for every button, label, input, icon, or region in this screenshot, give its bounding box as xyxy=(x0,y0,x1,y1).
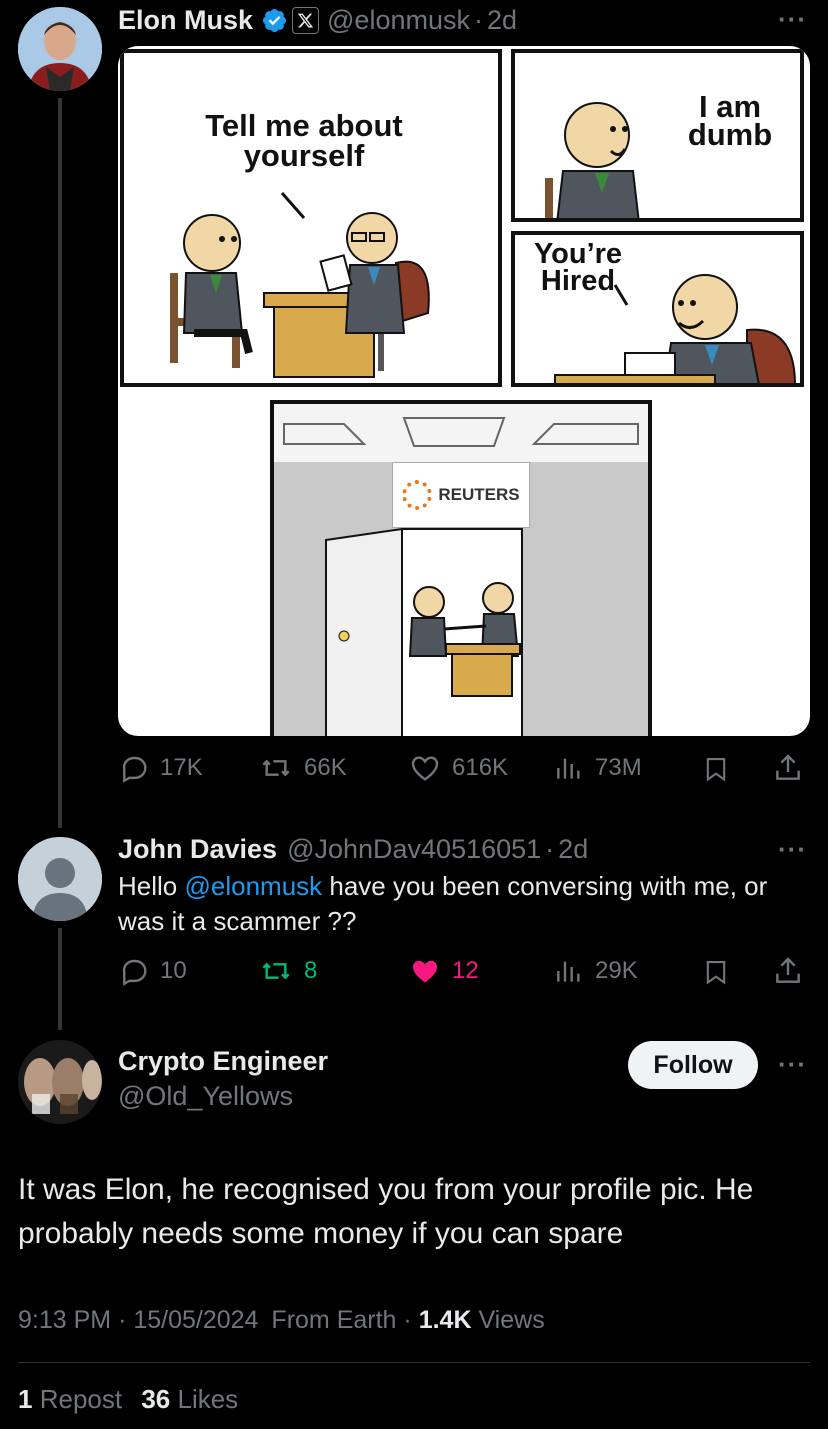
reply-count: 10 xyxy=(160,957,187,984)
tweet-text: Hello @elonmusk have you been conversing… xyxy=(118,869,778,939)
likes-label: Likes xyxy=(177,1384,239,1414)
more-options-icon[interactable]: ··· xyxy=(778,4,807,35)
author-name[interactable]: Crypto Engineer xyxy=(118,1046,328,1077)
share-icon xyxy=(776,754,800,780)
bookmark-button[interactable] xyxy=(702,956,740,988)
tweet-header: John Davies @JohnDav40516051 · 2d xyxy=(118,832,588,866)
avatar[interactable] xyxy=(18,837,102,921)
author-name[interactable]: John Davies xyxy=(118,834,277,865)
views-icon xyxy=(557,961,580,982)
verified-badge-icon xyxy=(261,7,288,34)
reuters-sign-text: REUTERS xyxy=(438,485,520,504)
repost-button[interactable]: 8 xyxy=(258,955,317,987)
separator-dot: · xyxy=(545,833,555,864)
tweet-meta: 9:13 PM · 15/05/2024 From Earth · 1.4K V… xyxy=(18,1306,545,1334)
like-button[interactable]: 616K xyxy=(408,752,508,784)
views-button[interactable]: 73M xyxy=(553,752,642,784)
author-handle[interactable]: @elonmusk xyxy=(327,5,470,36)
bookmark-button[interactable] xyxy=(702,753,740,785)
tweet-header: Elon Musk @elonmusk · 2d xyxy=(118,3,517,37)
repost-button[interactable]: 66K xyxy=(258,752,347,784)
likes-count: 36 xyxy=(141,1384,171,1414)
comic-panel-answer: I am dumb xyxy=(511,49,804,222)
reposts-stat[interactable]: 1 Repost xyxy=(18,1384,129,1414)
comic-panel-hired: You’re Hired xyxy=(511,231,804,387)
tweet-text: It was Elon, he recognised you from your… xyxy=(18,1173,754,1250)
author-handle[interactable]: @JohnDav40516051 xyxy=(287,834,541,865)
views-button[interactable]: 29K xyxy=(553,955,638,987)
reply-button[interactable]: 10 xyxy=(118,955,187,987)
x-affiliation-icon xyxy=(292,6,320,34)
reply-count: 17K xyxy=(160,754,203,781)
views-count: 73M xyxy=(595,754,642,781)
share-button[interactable] xyxy=(772,752,814,784)
repost-count: 66K xyxy=(304,754,347,781)
tweet-text-part: Hello xyxy=(118,871,185,901)
thread-line xyxy=(58,928,62,1030)
reply-icon xyxy=(122,959,147,986)
reposts-label: Repost xyxy=(39,1384,123,1414)
post-time[interactable]: 9:13 PM xyxy=(18,1306,111,1334)
reply-icon xyxy=(122,756,147,783)
timestamp[interactable]: 2d xyxy=(487,5,517,36)
heart-filled-icon xyxy=(413,960,437,983)
mention-link[interactable]: @elonmusk xyxy=(184,871,322,901)
reuters-logo-icon xyxy=(402,480,433,510)
more-options-icon[interactable]: ··· xyxy=(778,1049,807,1080)
views-count: 1.4K xyxy=(418,1306,472,1334)
bookmark-icon xyxy=(706,758,726,782)
comic-panel-office: REUTERS xyxy=(270,400,652,736)
likes-stat[interactable]: 36 Likes xyxy=(141,1384,238,1414)
like-count: 616K xyxy=(452,754,509,781)
repost-icon xyxy=(262,759,290,777)
repost-count: 8 xyxy=(304,957,318,984)
heart-icon xyxy=(411,756,439,781)
share-icon xyxy=(776,957,800,983)
comic-panel-interview: Tell me about yourself xyxy=(120,49,502,387)
share-button[interactable] xyxy=(772,955,814,987)
author-name[interactable]: Elon Musk xyxy=(118,5,253,36)
author-handle[interactable]: @Old_Yellows xyxy=(118,1081,293,1112)
views-count: 29K xyxy=(595,957,638,984)
follow-button[interactable]: Follow xyxy=(628,1041,758,1089)
bookmark-icon xyxy=(706,961,726,985)
separator-dot: · xyxy=(473,4,483,35)
post-date[interactable]: 15/05/2024 xyxy=(133,1306,258,1334)
reposts-count: 1 xyxy=(18,1384,33,1414)
repost-icon xyxy=(262,962,290,980)
avatar[interactable] xyxy=(18,1040,102,1124)
like-button[interactable]: 12 xyxy=(408,955,479,987)
divider xyxy=(18,1362,810,1363)
avatar[interactable] xyxy=(18,7,102,91)
reuters-sign: REUTERS xyxy=(392,462,530,528)
engagement-stats: 1 Repost 36 Likes xyxy=(18,1384,238,1415)
views-icon xyxy=(557,758,580,779)
post-source: From Earth xyxy=(271,1306,397,1334)
thread-line xyxy=(58,98,62,828)
more-options-icon[interactable]: ··· xyxy=(778,834,807,865)
like-count: 12 xyxy=(452,957,479,984)
views-label: Views xyxy=(478,1306,545,1334)
timestamp[interactable]: 2d xyxy=(558,834,588,865)
tweet-image[interactable]: Tell me about yourself I am dumb You’re … xyxy=(118,46,810,736)
reply-button[interactable]: 17K xyxy=(118,752,203,784)
